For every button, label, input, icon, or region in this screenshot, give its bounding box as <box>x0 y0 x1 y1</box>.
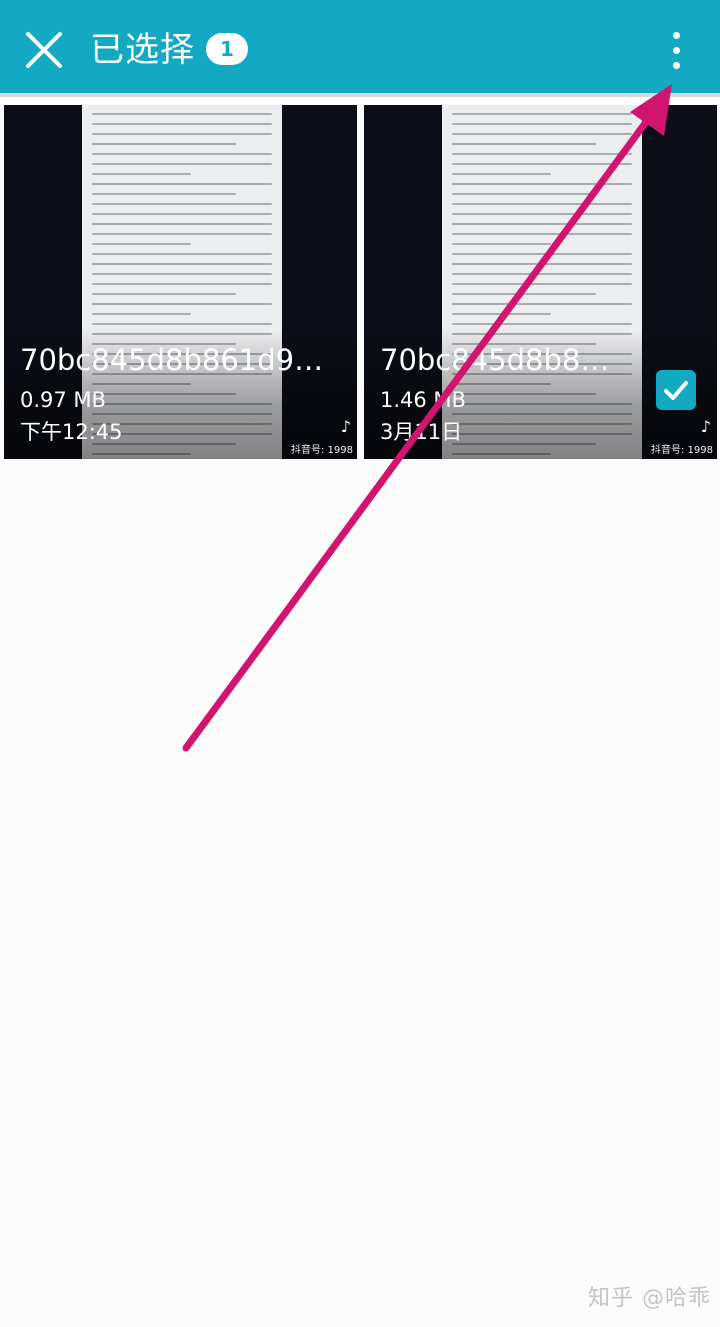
tiktok-icon: ♪ <box>700 417 711 436</box>
selected-count-badge: 1 <box>206 33 248 65</box>
file-date: 下午12:45 <box>20 420 123 444</box>
checkmark-icon <box>664 381 688 400</box>
file-size: 1.46 MB <box>380 388 466 412</box>
douyin-id: 抖音号: 1998 <box>291 445 353 456</box>
action-bar: 已选择 1 <box>0 0 720 97</box>
zhihu-watermark: 知乎 @哈乖 <box>588 1286 711 1311</box>
douyin-id: 抖音号: 1998 <box>651 445 713 456</box>
more-vertical-icon <box>673 32 680 39</box>
file-item[interactable]: 70bc845d8b861... 1.46 MB 3月11日 ♪ 抖音号: 19… <box>364 105 717 459</box>
file-item[interactable]: 70bc845d8b861d98... 0.97 MB 下午12:45 ♪ 抖音… <box>4 105 357 459</box>
more-options-button[interactable] <box>652 24 700 76</box>
selection-title: 已选择 <box>90 30 195 70</box>
close-icon <box>26 32 62 68</box>
tiktok-icon: ♪ <box>340 417 351 436</box>
file-size: 0.97 MB <box>20 388 106 412</box>
close-button[interactable] <box>18 24 70 76</box>
file-name: 70bc845d8b861... <box>380 343 620 377</box>
file-name: 70bc845d8b861d98... <box>20 343 340 377</box>
file-date: 3月11日 <box>380 420 463 444</box>
selected-checkbox[interactable] <box>656 370 696 410</box>
